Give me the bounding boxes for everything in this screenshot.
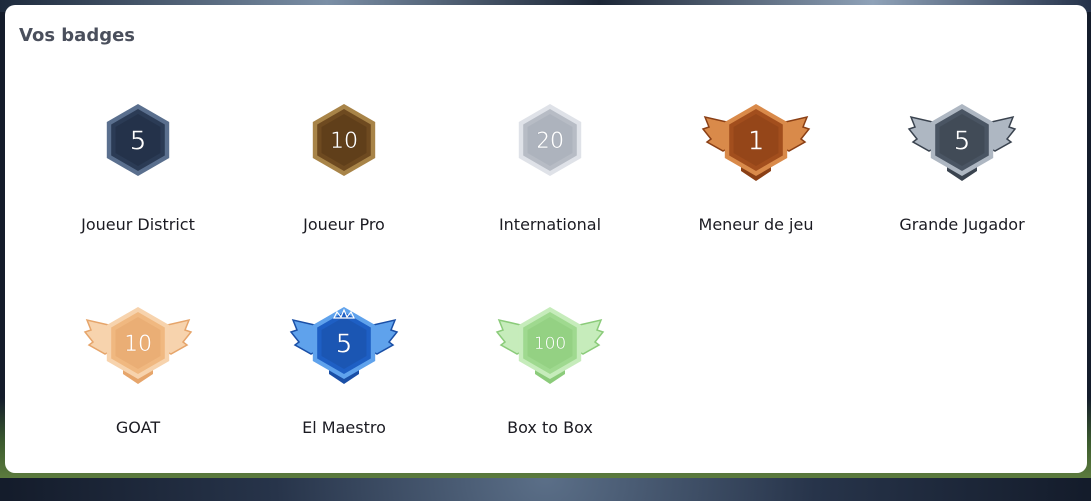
badges-grid: 5 Joueur District 10 Joueur Pro 20 Inter…: [35, 95, 1065, 501]
badge-label: El Maestro: [302, 418, 386, 437]
badge-el-maestro[interactable]: 5 El Maestro: [241, 298, 447, 501]
badge-number: 10: [124, 332, 152, 357]
badge-international[interactable]: 20 International: [447, 95, 653, 298]
badges-card: Vos badges 5 Joueur District 10 Joueur P…: [5, 5, 1087, 473]
badge-label: Meneur de jeu: [698, 215, 814, 234]
badge-emblem: 100: [495, 307, 605, 384]
section-title: Vos badges: [19, 25, 136, 46]
badge-number: 10: [330, 129, 358, 154]
badge-emblem: 20: [518, 104, 582, 176]
badge-number: 100: [534, 334, 566, 354]
badge-meneur-de-jeu[interactable]: 1 Meneur de jeu: [653, 95, 859, 298]
badge-label: Box to Box: [507, 418, 593, 437]
badge-emblem: 5: [289, 307, 399, 384]
badge-number: 5: [954, 126, 971, 156]
badge-label: Grande Jugador: [899, 215, 1025, 234]
badge-grande-jugador[interactable]: 5 Grande Jugador: [859, 95, 1065, 298]
badge-emblem: 10: [312, 104, 376, 176]
badge-number: 20: [536, 129, 564, 154]
badge-label: Joueur District: [81, 215, 195, 234]
badge-label: International: [498, 215, 602, 234]
badge-number: 5: [130, 126, 147, 156]
badge-number: 1: [748, 126, 765, 156]
badge-label: Joueur Pro: [303, 215, 385, 234]
badge-number: 5: [336, 329, 353, 359]
badge-emblem: 1: [701, 104, 811, 181]
badge-emblem: 5: [106, 104, 170, 176]
badge-joueur-district[interactable]: 5 Joueur District: [35, 95, 241, 298]
badge-emblem: 5: [907, 104, 1017, 181]
badge-joueur-pro[interactable]: 10 Joueur Pro: [241, 95, 447, 298]
badge-label: GOAT: [115, 418, 161, 437]
badge-goat[interactable]: 10 GOAT: [35, 298, 241, 501]
badge-emblem: 10: [83, 307, 193, 384]
badge-box-to-box[interactable]: 100 Box to Box: [447, 298, 653, 501]
